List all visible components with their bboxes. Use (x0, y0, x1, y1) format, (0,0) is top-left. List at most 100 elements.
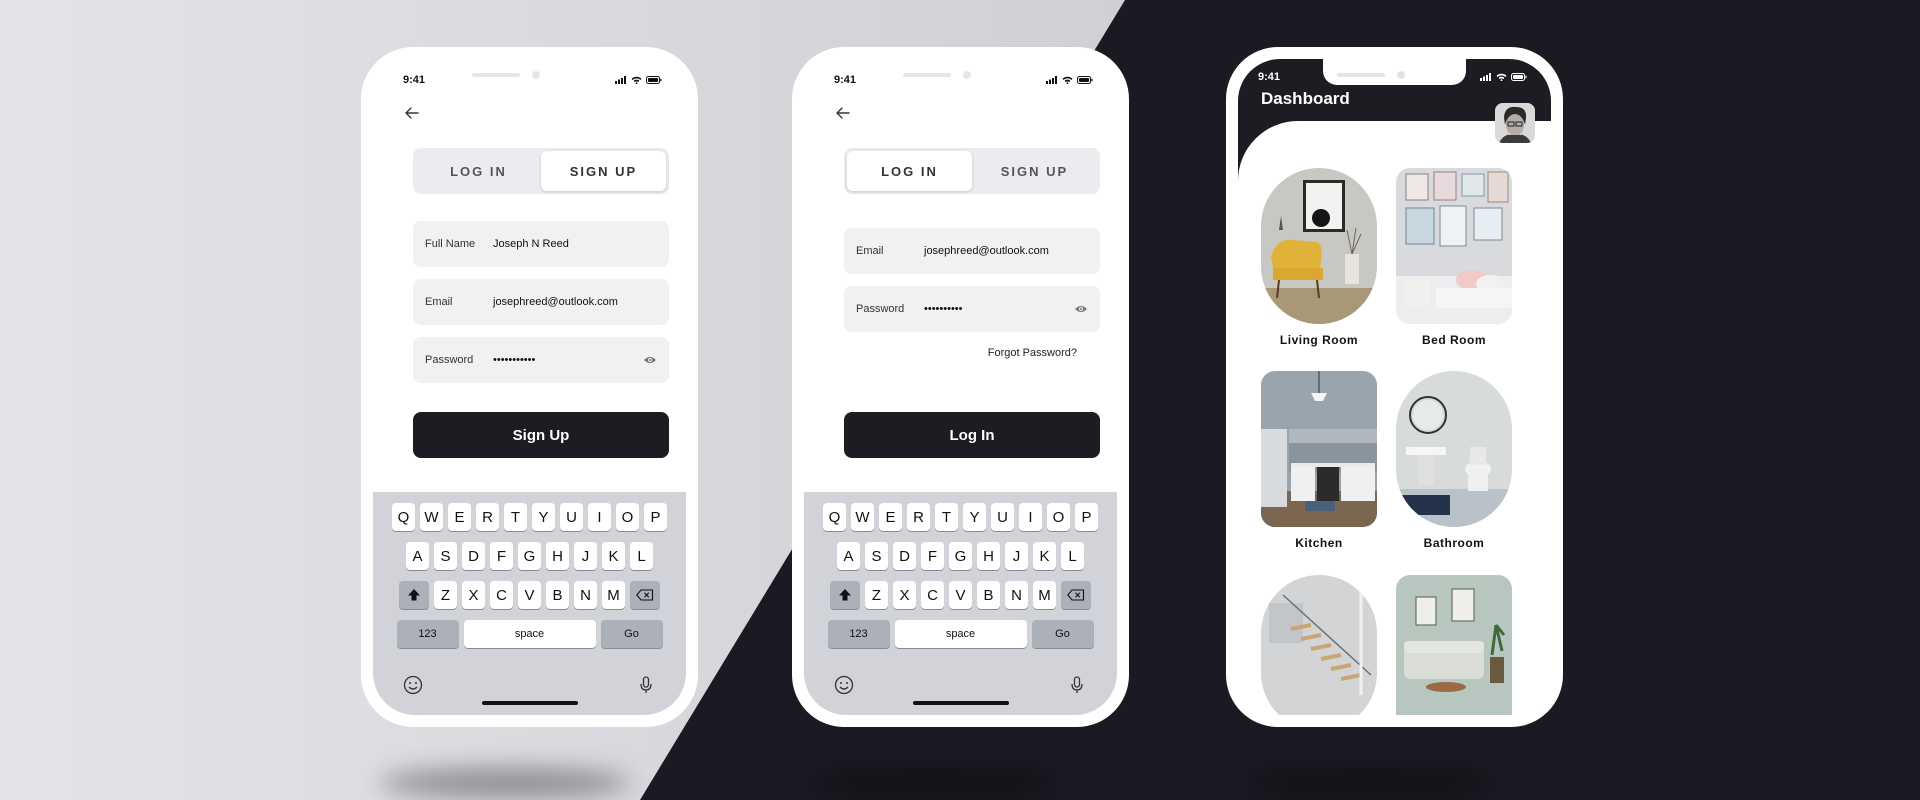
room-card-kitchen[interactable]: Kitchen (1261, 371, 1377, 550)
full-name-value[interactable]: Joseph N Reed (493, 238, 657, 250)
key[interactable]: R (907, 503, 930, 531)
key[interactable]: C (490, 581, 513, 609)
key[interactable]: C (921, 581, 944, 609)
key[interactable]: V (949, 581, 972, 609)
status-bar: 9:41 (804, 72, 1117, 88)
key[interactable]: Z (434, 581, 457, 609)
backspace-key[interactable] (1061, 581, 1091, 609)
key[interactable]: G (949, 542, 972, 570)
key[interactable]: I (1019, 503, 1042, 531)
key[interactable]: B (977, 581, 1000, 609)
battery-icon (1077, 76, 1093, 84)
key[interactable]: N (574, 581, 597, 609)
log-in-button[interactable]: Log In (844, 412, 1100, 458)
key[interactable]: N (1005, 581, 1028, 609)
email-field[interactable]: Email josephreed@outlook.com (413, 279, 669, 325)
home-indicator (481, 701, 578, 705)
key[interactable]: W (420, 503, 443, 531)
key[interactable]: Q (823, 503, 846, 531)
forgot-password-link[interactable]: Forgot Password? (988, 347, 1077, 359)
backspace-key[interactable] (630, 581, 660, 609)
show-password-icon[interactable] (1074, 304, 1088, 314)
email-value[interactable]: josephreed@outlook.com (493, 296, 657, 308)
key[interactable]: K (602, 542, 625, 570)
key[interactable]: P (1075, 503, 1098, 531)
key[interactable]: J (1005, 542, 1028, 570)
key[interactable]: G (518, 542, 541, 570)
room-card-lounge[interactable] (1396, 575, 1512, 715)
key[interactable]: B (546, 581, 569, 609)
key[interactable]: H (546, 542, 569, 570)
key[interactable]: Q (392, 503, 415, 531)
password-field[interactable]: Password ••••••••••• (413, 337, 669, 383)
keyboard-row-3: Z X C V B N M (373, 581, 686, 609)
tab-sign-up[interactable]: SIGN UP (972, 151, 1097, 191)
wifi-icon (1496, 73, 1507, 81)
key[interactable]: D (462, 542, 485, 570)
shift-key[interactable] (399, 581, 429, 609)
tab-log-in[interactable]: LOG IN (416, 151, 541, 191)
go-key[interactable]: Go (600, 620, 663, 648)
key[interactable]: X (462, 581, 485, 609)
room-card-stairs[interactable] (1261, 575, 1377, 715)
numbers-key[interactable]: 123 (827, 620, 890, 648)
tab-log-in[interactable]: LOG IN (847, 151, 972, 191)
key[interactable]: M (1033, 581, 1056, 609)
space-key[interactable]: space (463, 620, 596, 648)
key[interactable]: U (560, 503, 583, 531)
space-key[interactable]: space (894, 620, 1027, 648)
key[interactable]: S (434, 542, 457, 570)
back-arrow-icon[interactable] (834, 104, 852, 122)
key[interactable]: J (574, 542, 597, 570)
emoji-icon[interactable] (403, 675, 423, 695)
key[interactable]: E (448, 503, 471, 531)
sign-up-button[interactable]: Sign Up (413, 412, 669, 458)
password-value[interactable]: •••••••••• (924, 303, 1074, 315)
go-key[interactable]: Go (1031, 620, 1094, 648)
key[interactable]: O (616, 503, 639, 531)
show-password-icon[interactable] (643, 355, 657, 365)
room-card-bathroom[interactable]: Bathroom (1396, 371, 1512, 550)
avatar[interactable] (1495, 103, 1535, 143)
key[interactable]: K (1033, 542, 1056, 570)
key[interactable]: L (1061, 542, 1084, 570)
password-field[interactable]: Password •••••••••• (844, 286, 1100, 332)
key[interactable]: A (406, 542, 429, 570)
full-name-field[interactable]: Full Name Joseph N Reed (413, 221, 669, 267)
key[interactable]: Z (865, 581, 888, 609)
key[interactable]: E (879, 503, 902, 531)
key[interactable]: M (602, 581, 625, 609)
back-arrow-icon[interactable] (403, 104, 421, 122)
key[interactable]: I (588, 503, 611, 531)
key[interactable]: Y (963, 503, 986, 531)
key[interactable]: P (644, 503, 667, 531)
key[interactable]: H (977, 542, 1000, 570)
key[interactable]: Y (532, 503, 555, 531)
email-field[interactable]: Email josephreed@outlook.com (844, 228, 1100, 274)
key[interactable]: O (1047, 503, 1070, 531)
key[interactable]: F (490, 542, 513, 570)
key[interactable]: L (630, 542, 653, 570)
key[interactable]: U (991, 503, 1014, 531)
microphone-icon[interactable] (1067, 675, 1087, 695)
numbers-key[interactable]: 123 (396, 620, 459, 648)
password-value[interactable]: ••••••••••• (493, 354, 643, 366)
key[interactable]: A (837, 542, 860, 570)
emoji-icon[interactable] (834, 675, 854, 695)
keyboard: Q W E R T Y U I O P A S D F G H J K L Z … (804, 492, 1117, 715)
key[interactable]: T (504, 503, 527, 531)
key[interactable]: D (893, 542, 916, 570)
key[interactable]: W (851, 503, 874, 531)
room-card-living-room[interactable]: Living Room (1261, 168, 1377, 347)
shift-key[interactable] (830, 581, 860, 609)
tab-sign-up[interactable]: SIGN UP (541, 151, 666, 191)
key[interactable]: R (476, 503, 499, 531)
key[interactable]: V (518, 581, 541, 609)
key[interactable]: S (865, 542, 888, 570)
key[interactable]: X (893, 581, 916, 609)
email-value[interactable]: josephreed@outlook.com (924, 245, 1088, 257)
microphone-icon[interactable] (636, 675, 656, 695)
key[interactable]: T (935, 503, 958, 531)
room-card-bed-room[interactable]: Bed Room (1396, 168, 1512, 347)
key[interactable]: F (921, 542, 944, 570)
